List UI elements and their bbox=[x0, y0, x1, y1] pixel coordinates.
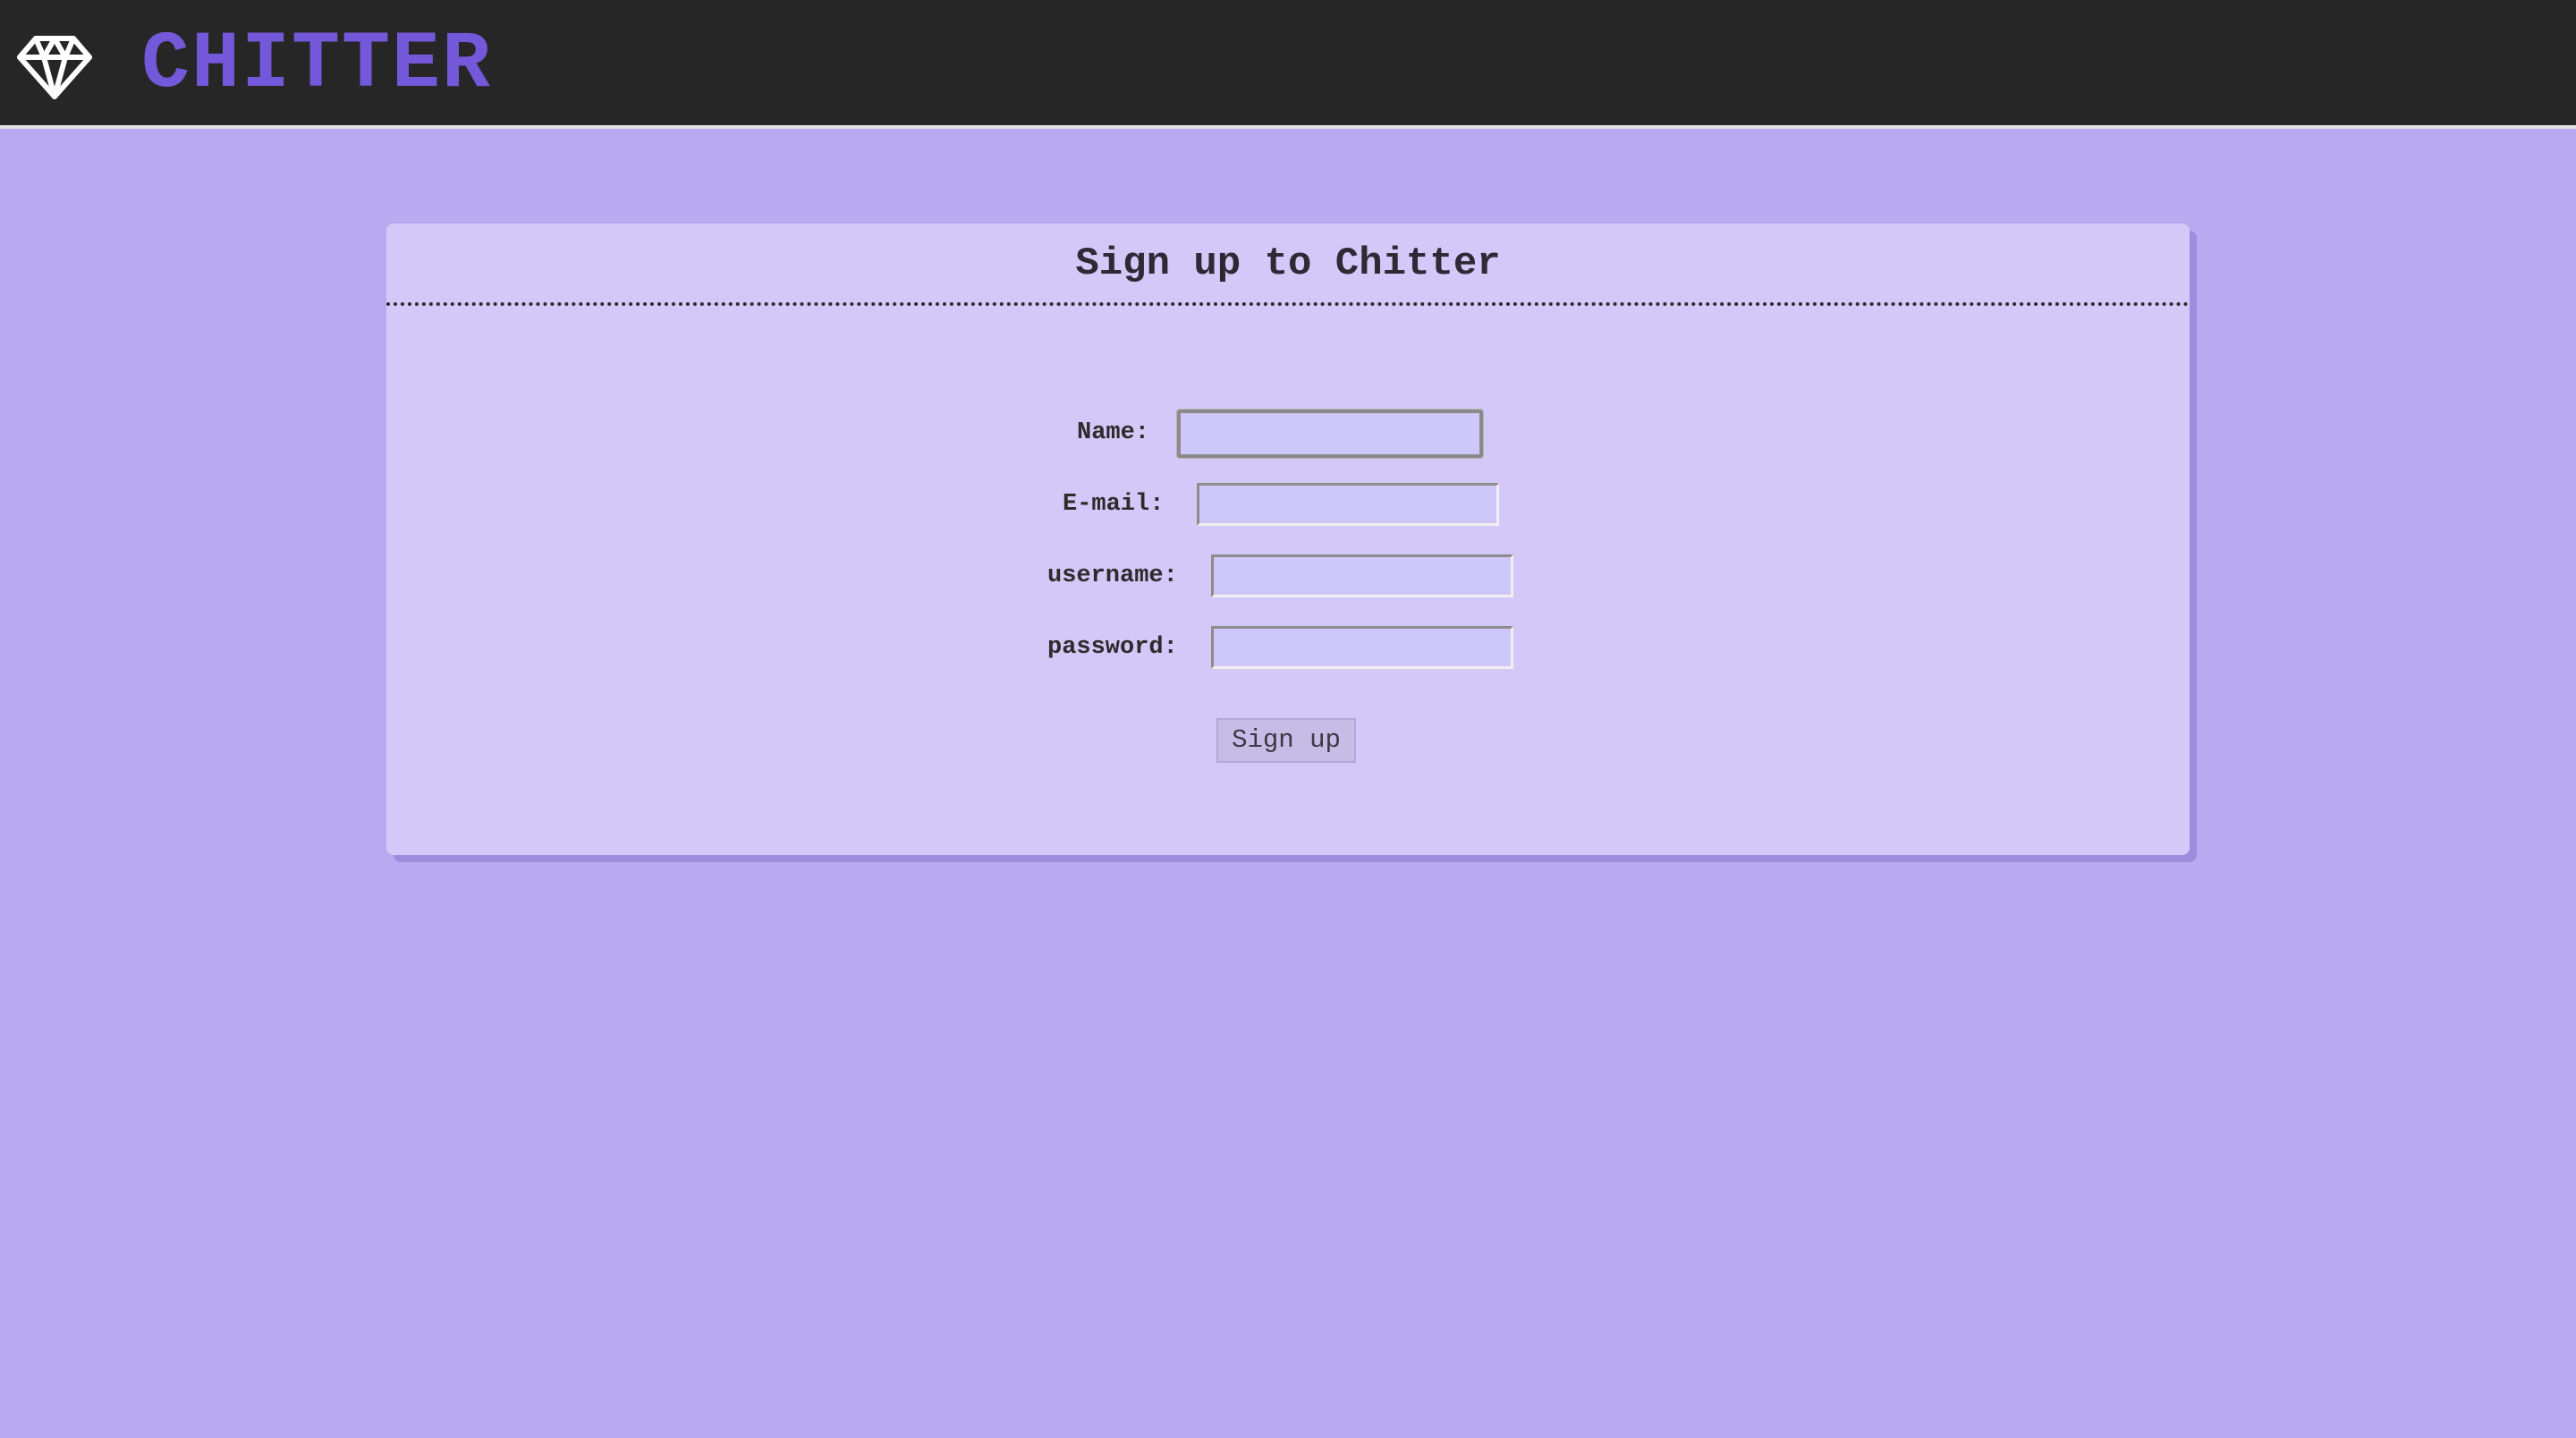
signup-button[interactable]: Sign up bbox=[1216, 718, 1356, 763]
signup-card: Sign up to Chitter Name: E-mail: usernam… bbox=[386, 224, 2190, 855]
username-input[interactable] bbox=[1211, 554, 1513, 597]
username-label: username: bbox=[1047, 563, 1178, 589]
password-label: password: bbox=[1047, 634, 1178, 661]
email-input[interactable] bbox=[1197, 483, 1499, 526]
name-label: Name: bbox=[1077, 419, 1150, 446]
top-navigation-bar: CHITTER bbox=[0, 0, 2576, 129]
brand-title[interactable]: CHITTER bbox=[141, 16, 492, 114]
name-input[interactable] bbox=[1177, 410, 1483, 458]
password-input[interactable] bbox=[1211, 626, 1513, 669]
email-label: E-mail: bbox=[1063, 491, 1165, 518]
diamond-icon[interactable] bbox=[16, 34, 93, 100]
signup-title: Sign up to Chitter bbox=[386, 224, 2190, 306]
